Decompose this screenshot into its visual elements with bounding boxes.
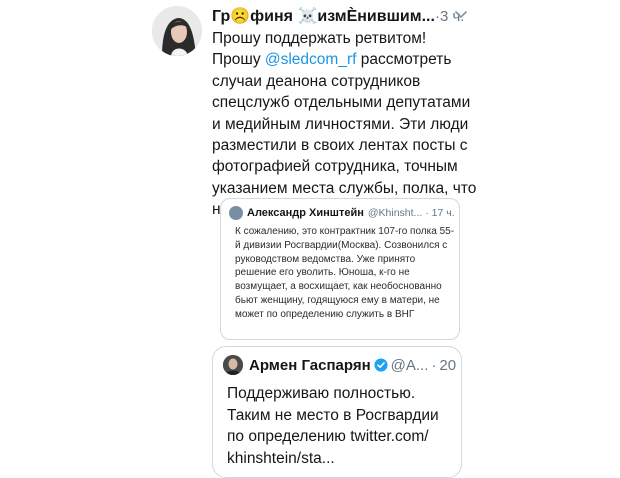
embedded-author-name: Александр Хинштейн	[247, 207, 364, 219]
embedded-author-avatar	[229, 206, 243, 220]
tweet-text: Прошу поддержать ретвитом! Прошу @sledco…	[212, 28, 482, 221]
embedded-tweet-header: Александр Хинштейн @Khinsht... · 17 ч.	[229, 206, 455, 220]
embedded-tweet-text: К сожалению, это контрактник 107-го полк…	[235, 226, 455, 320]
chevron-down-icon[interactable]	[452, 5, 470, 23]
quoted-separator: ·	[431, 356, 437, 374]
author-name[interactable]: Гр☹️финя ☠️измЀнившим...	[212, 6, 435, 26]
mention-link[interactable]: @sledcom_rf	[265, 51, 357, 68]
embedded-handle-time: @Khinsht... · 17 ч.	[367, 207, 455, 219]
quoted-time: 20 ч.	[439, 356, 461, 374]
verified-badge-icon	[374, 358, 388, 372]
tweet-text-line1: Прошу поддержать ретвитом!	[212, 30, 427, 47]
quoted-tweet-text: Поддерживаю полностью. Таким не место в …	[227, 385, 439, 467]
quoted-tweet[interactable]: Армен Гаспарян @A... · 20 ч. Поддерживаю…	[212, 346, 462, 478]
author-avatar[interactable]	[152, 6, 202, 56]
quoted-handle: @A...	[390, 356, 429, 374]
tweet-header: Гр☹️финя ☠️измЀнившим... · 3 ч.	[212, 5, 474, 27]
quoted-author-name: Армен Гаспарян	[249, 356, 371, 374]
embedded-tweet-screenshot[interactable]: Александр Хинштейн @Khinsht... · 17 ч. К…	[220, 198, 460, 340]
tweet-text-prefix: Прошу	[212, 51, 265, 69]
tweet-text-rest: рассмотреть случаи деанона сотрудников с…	[212, 51, 477, 218]
quoted-tweet-header: Армен Гаспарян @A... · 20 ч.	[223, 355, 461, 375]
quoted-author-avatar	[223, 355, 243, 375]
